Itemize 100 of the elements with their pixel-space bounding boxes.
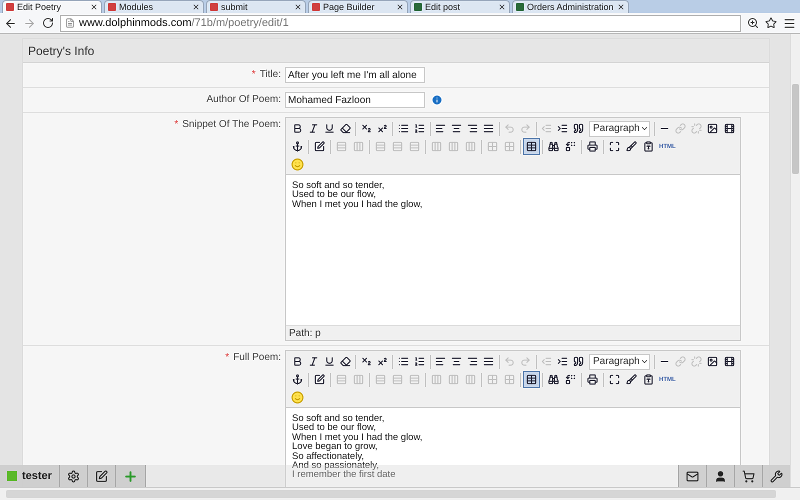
film-icon bbox=[724, 123, 734, 134]
underline-icon bbox=[324, 123, 335, 134]
bookmark-star-icon[interactable] bbox=[765, 17, 777, 29]
table-cells-icon bbox=[487, 141, 498, 152]
smiley-icon bbox=[291, 158, 304, 171]
page-icon bbox=[65, 18, 75, 28]
text-input[interactable]: After you left me I'm all alone bbox=[285, 67, 425, 83]
fullscreen-icon bbox=[609, 141, 620, 152]
menu-icon[interactable] bbox=[783, 16, 796, 30]
gear-icon bbox=[66, 470, 80, 482]
field-label: Author Of Poem: bbox=[206, 94, 281, 105]
bullet-list-icon bbox=[398, 356, 409, 367]
element-path: Path: p bbox=[289, 328, 321, 338]
fullscreen-icon bbox=[609, 374, 620, 385]
poem-line: So affectionately, bbox=[292, 452, 364, 462]
url-text: www.dolphinmods.com/71b/m/poetry/edit/1 bbox=[79, 17, 289, 29]
required-mark: * bbox=[252, 69, 256, 80]
close-icon[interactable] bbox=[498, 3, 506, 11]
printer-icon bbox=[587, 141, 598, 152]
vertical-scrollbar[interactable] bbox=[790, 34, 800, 487]
paste-text-icon bbox=[643, 374, 654, 385]
image-icon bbox=[707, 356, 718, 367]
brush-icon bbox=[626, 374, 637, 385]
anchor-icon bbox=[292, 141, 303, 152]
format-dropdown[interactable]: Paragraph bbox=[589, 354, 650, 370]
field-label: Title: bbox=[260, 69, 281, 80]
browser-tab[interactable]: submit bbox=[206, 0, 306, 13]
wrench-icon bbox=[770, 470, 783, 482]
close-icon[interactable] bbox=[616, 3, 625, 11]
browser-tab[interactable]: Edit post bbox=[410, 0, 510, 13]
table-columns-icon bbox=[465, 374, 476, 385]
format-dropdown[interactable]: Paragraph bbox=[589, 120, 650, 136]
replace-icon bbox=[565, 374, 576, 385]
outdent-icon bbox=[541, 356, 552, 367]
brush-icon bbox=[626, 141, 637, 152]
user-icon bbox=[714, 470, 727, 482]
subscript-icon bbox=[360, 123, 372, 134]
table-icon bbox=[526, 141, 537, 152]
numbered-list-icon bbox=[414, 123, 425, 134]
panel-title: Poetry's Info bbox=[28, 44, 94, 58]
back-icon[interactable] bbox=[4, 16, 17, 30]
table-columns-icon bbox=[431, 141, 442, 152]
browser-tab[interactable]: Orders Administration bbox=[512, 0, 629, 13]
browser-tab[interactable]: Edit Poetry bbox=[2, 0, 102, 13]
text-input[interactable]: Mohamed Fazloon bbox=[285, 92, 425, 108]
table-button[interactable] bbox=[523, 371, 540, 388]
redo-icon bbox=[520, 356, 532, 367]
close-icon[interactable] bbox=[192, 3, 200, 11]
poem-line: So soft and so tender, bbox=[292, 414, 384, 424]
align-center-icon bbox=[451, 356, 462, 367]
table-rows-icon bbox=[392, 374, 403, 385]
plus-icon bbox=[122, 468, 138, 484]
edit-icon bbox=[314, 374, 325, 385]
undo-icon bbox=[504, 123, 516, 134]
bold-icon bbox=[292, 356, 303, 367]
align-center-icon bbox=[451, 123, 462, 134]
printer-icon bbox=[587, 374, 598, 385]
table-rows-icon bbox=[392, 141, 403, 152]
eraser-icon bbox=[340, 356, 351, 367]
anchor-icon bbox=[292, 374, 303, 385]
table-button[interactable] bbox=[523, 138, 540, 155]
redo-icon bbox=[520, 123, 532, 134]
close-icon[interactable] bbox=[294, 3, 302, 11]
align-left-icon bbox=[434, 356, 446, 367]
italic-icon bbox=[308, 356, 319, 367]
paste-text-icon bbox=[643, 141, 654, 152]
browser-tab[interactable]: Page Builder bbox=[308, 0, 408, 13]
browser-tab[interactable]: Modules bbox=[104, 0, 204, 13]
binoculars-icon bbox=[548, 141, 559, 152]
table-columns-icon bbox=[353, 141, 364, 152]
poem-line: Love began to grow, bbox=[292, 442, 378, 452]
superscript-icon bbox=[376, 123, 388, 134]
zoom-icon[interactable] bbox=[747, 17, 759, 29]
table-rows-icon bbox=[336, 374, 347, 385]
address-bar[interactable]: www.dolphinmods.com/71b/m/poetry/edit/1 bbox=[60, 14, 741, 32]
film-icon bbox=[724, 356, 734, 367]
table-rows-icon bbox=[409, 141, 420, 152]
close-icon[interactable] bbox=[90, 3, 98, 11]
table-columns-icon bbox=[431, 374, 442, 385]
superscript-icon bbox=[376, 356, 388, 367]
horizontal-scrollbar[interactable] bbox=[0, 487, 800, 500]
poem-line: When I met you I had the glow, bbox=[292, 432, 422, 442]
poem-line: So soft and so tender, bbox=[292, 181, 384, 190]
bullet-list-icon bbox=[398, 123, 409, 134]
required-mark: * bbox=[174, 119, 178, 130]
close-icon[interactable] bbox=[396, 3, 404, 11]
table-cells-icon bbox=[487, 374, 498, 385]
reload-icon[interactable] bbox=[42, 17, 54, 29]
field-label: Full Poem: bbox=[233, 352, 281, 363]
field-label: Snippet Of The Poem: bbox=[182, 119, 281, 130]
eraser-icon bbox=[340, 123, 351, 134]
indent-icon bbox=[557, 123, 568, 134]
outdent-icon bbox=[541, 123, 552, 134]
table-icon bbox=[526, 374, 537, 385]
unlink-icon bbox=[691, 356, 702, 367]
link-icon bbox=[675, 123, 686, 134]
numbered-list-icon bbox=[414, 356, 425, 367]
caret-icon bbox=[640, 357, 649, 366]
align-right-icon bbox=[467, 123, 478, 134]
info-icon[interactable] bbox=[431, 94, 443, 106]
